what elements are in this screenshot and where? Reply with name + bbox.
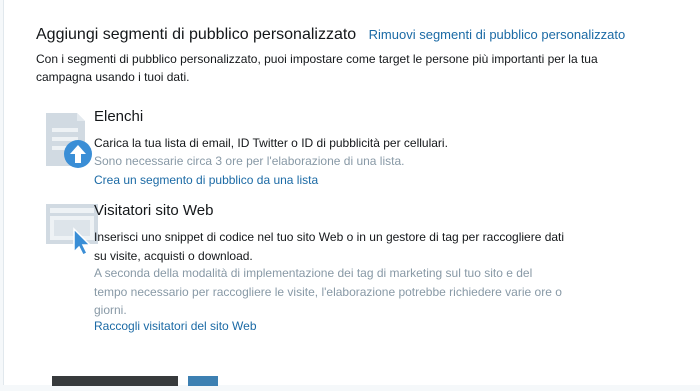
custom-audience-panel: Aggiungi segmenti di pubblico personaliz… — [3, 0, 700, 386]
collect-website-visitors-link[interactable]: Raccogli visitatori del sito Web — [94, 319, 257, 333]
option-lists-title: Elenchi — [94, 108, 144, 125]
create-list-segment-link[interactable]: Crea un segmento di pubblico da una list… — [94, 173, 318, 187]
option-website-note: A seconda della modalità di implementazi… — [94, 266, 562, 317]
option-website-description: Inserisci uno snippet di codice nel tuo … — [94, 230, 565, 263]
section-intro: Con i segmenti di pubblico personalizzat… — [36, 52, 598, 84]
remove-segments-link[interactable]: Rimuovi segmenti di pubblico personalizz… — [369, 27, 626, 42]
option-lists-note: Sono necessarie circa 3 ore per l'elabor… — [94, 154, 405, 168]
option-website-title: Visitatori sito Web — [94, 202, 214, 219]
option-lists-description: Carica la tua lista di email, ID Twitter… — [94, 136, 448, 150]
next-section-partial — [52, 374, 219, 391]
section-title: Aggiungi segmenti di pubblico personaliz… — [36, 26, 357, 43]
section-header: Aggiungi segmenti di pubblico personaliz… — [36, 26, 625, 44]
